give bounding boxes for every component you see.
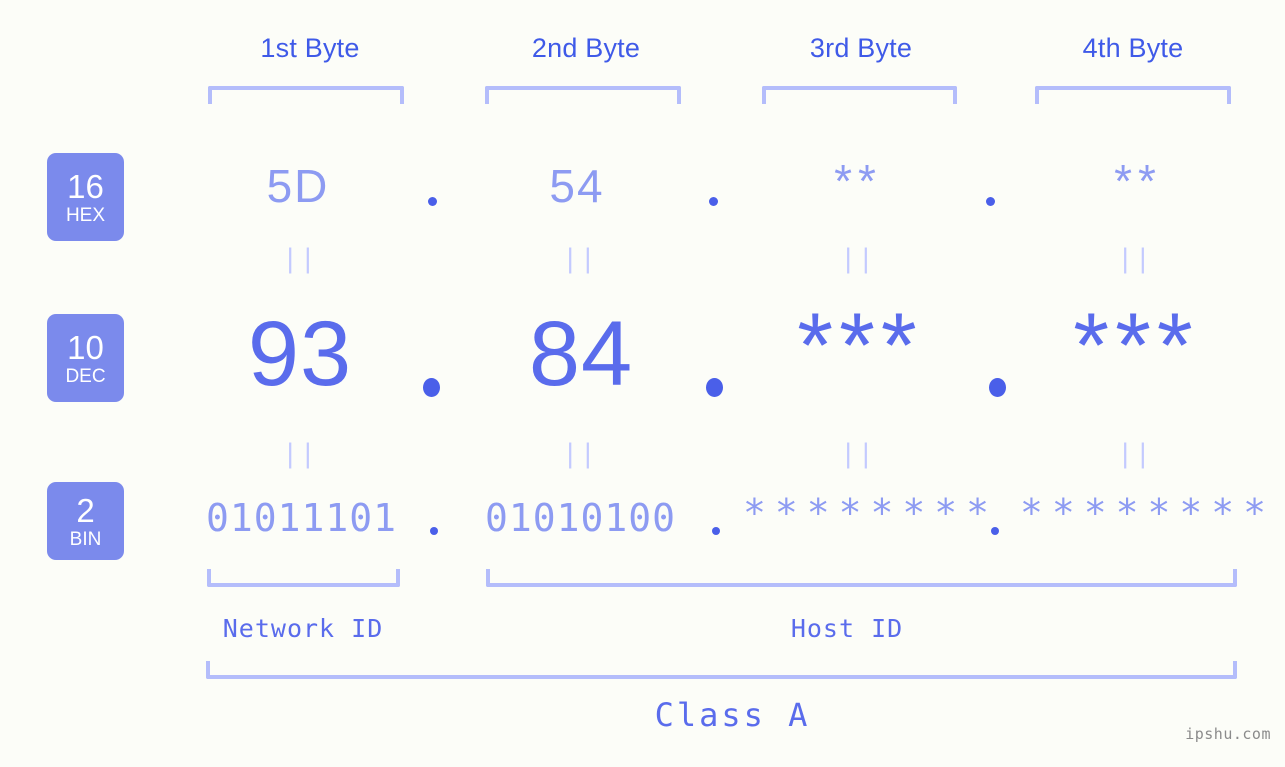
radix-badge-dec: 10 DEC [47,314,124,402]
byte-header-2: 2nd Byte [531,33,641,63]
hex-byte-3: ** [834,155,882,207]
byte-header-3: 3rd Byte [809,33,913,63]
radix-badge-dec-name: DEC [65,365,106,387]
site-watermark: ipshu.com [1185,725,1271,743]
ip-class-bracket [206,661,1237,679]
radix-badge-bin: 2 BIN [47,482,124,560]
radix-badge-bin-name: BIN [69,528,102,550]
equals-mark-hex-dec-4: || [1117,244,1153,274]
byte-header-4: 4th Byte [1082,33,1184,63]
dec-separator-dot-3 [989,378,1006,397]
dec-byte-4: *** [1073,295,1199,397]
equals-mark-hex-dec-2: || [562,244,598,274]
dec-separator-dot-2 [706,378,723,397]
dec-byte-3: *** [797,295,923,397]
bin-separator-dot-3 [991,527,999,535]
radix-badge-bin-number: 2 [76,491,95,529]
equals-mark-dec-bin-4: || [1117,439,1153,469]
byte-bracket-top-1 [208,86,404,104]
byte-header-1: 1st Byte [260,33,360,63]
host-id-label: Host ID [790,614,904,643]
hex-byte-1: 5D [266,160,330,212]
ip-address-breakdown-figure: 1st Byte 2nd Byte 3rd Byte 4th Byte 16 H… [0,0,1285,767]
bin-byte-4: ******** [1020,491,1276,535]
hex-separator-dot-1 [428,197,437,206]
host-id-bracket [486,569,1237,587]
hex-separator-dot-2 [709,197,718,206]
hex-byte-2: 54 [549,160,605,212]
equals-mark-hex-dec-3: || [840,244,876,274]
bin-byte-1: 01011101 [205,496,398,540]
ip-class-label: Class A [654,696,811,734]
bin-separator-dot-1 [430,527,438,535]
dec-separator-dot-1 [423,378,440,397]
hex-byte-4: ** [1114,155,1162,207]
radix-badge-hex: 16 HEX [47,153,124,241]
bin-byte-3: ******** [743,491,999,535]
byte-bracket-top-3 [762,86,957,104]
dec-byte-1: 93 [247,303,353,405]
hex-separator-dot-3 [986,197,995,206]
bin-separator-dot-2 [712,527,720,535]
equals-mark-dec-bin-1: || [282,439,318,469]
equals-mark-hex-dec-1: || [282,244,318,274]
bin-byte-2: 01010100 [484,496,677,540]
dec-byte-2: 84 [528,303,634,405]
network-id-label: Network ID [222,614,384,643]
radix-badge-hex-name: HEX [65,204,106,226]
network-id-bracket [207,569,400,587]
radix-badge-hex-number: 16 [67,167,104,205]
equals-mark-dec-bin-3: || [840,439,876,469]
byte-bracket-top-4 [1035,86,1231,104]
byte-bracket-top-2 [485,86,681,104]
equals-mark-dec-bin-2: || [562,439,598,469]
radix-badge-dec-number: 10 [67,328,104,366]
